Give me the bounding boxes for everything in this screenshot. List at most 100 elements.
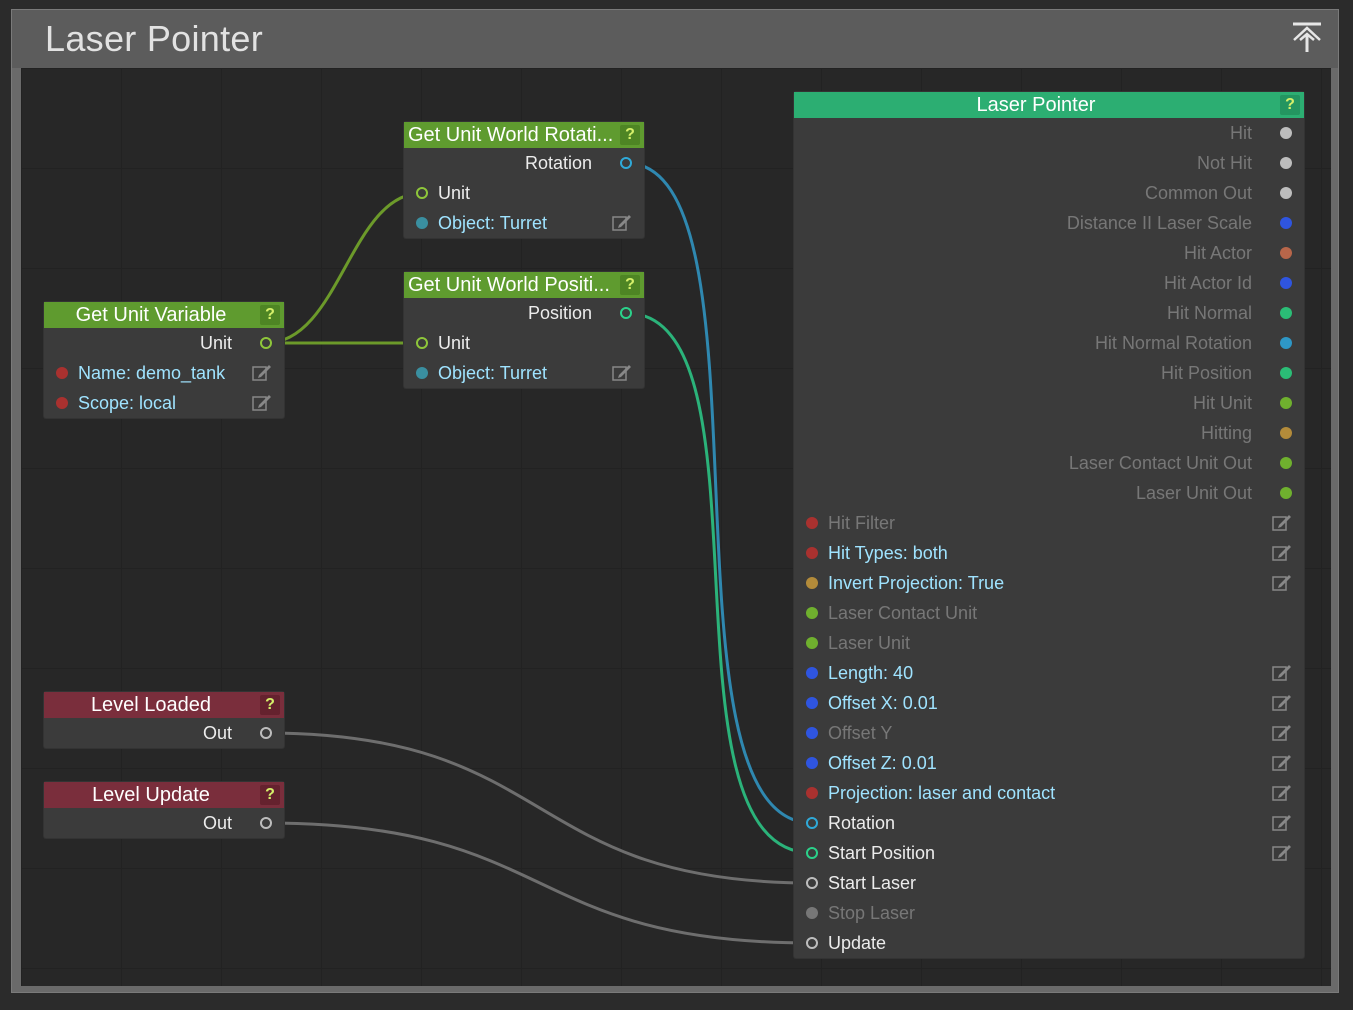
edit-icon[interactable]: [1272, 544, 1292, 562]
edit-icon[interactable]: [252, 364, 272, 382]
output-out: Out: [44, 808, 284, 838]
collapse-icon[interactable]: [1290, 20, 1324, 54]
input-port[interactable]: [806, 667, 818, 679]
input-port[interactable]: [806, 637, 818, 649]
output-port[interactable]: [620, 157, 632, 169]
port-label: Position: [527, 302, 592, 323]
input-port[interactable]: [806, 937, 818, 949]
port-label: Not Hit: [1196, 152, 1252, 173]
input-port[interactable]: [806, 787, 818, 799]
laser-output-row: Common Out: [794, 178, 1304, 208]
input-port[interactable]: [806, 697, 818, 709]
laser-output-row: Laser Contact Unit Out: [794, 448, 1304, 478]
input-port[interactable]: [806, 547, 818, 559]
property-object: Object: Turret: [404, 208, 644, 238]
output-port[interactable]: [1280, 307, 1292, 319]
output-port[interactable]: [260, 817, 272, 829]
help-button[interactable]: ?: [260, 305, 280, 325]
output-port[interactable]: [1280, 127, 1292, 139]
node-get-unit-world-position[interactable]: Get Unit World Positi... ? Position Unit…: [404, 272, 644, 388]
edit-icon[interactable]: [1272, 664, 1292, 682]
help-button[interactable]: ?: [260, 695, 280, 715]
laser-output-row: Hit Unit: [794, 388, 1304, 418]
input-port[interactable]: [806, 817, 818, 829]
edit-icon[interactable]: [612, 364, 632, 382]
frame-titlebar[interactable]: Laser Pointer: [12, 10, 1338, 68]
node-level-update[interactable]: Level Update ? Out: [44, 782, 284, 838]
input-port[interactable]: [56, 397, 68, 409]
input-port[interactable]: [806, 757, 818, 769]
node-header[interactable]: Level Update ?: [44, 782, 284, 808]
node-get-unit-world-rotation[interactable]: Get Unit World Rotati... ? Rotation Unit…: [404, 122, 644, 238]
input-port[interactable]: [56, 367, 68, 379]
port-label: Distance II Laser Scale: [1066, 212, 1252, 233]
edit-icon[interactable]: [1272, 754, 1292, 772]
port-label: Hit: [1230, 122, 1252, 143]
help-button[interactable]: ?: [620, 275, 640, 295]
output-port[interactable]: [1280, 187, 1292, 199]
help-button[interactable]: ?: [1280, 95, 1300, 115]
edit-icon[interactable]: [1272, 514, 1292, 532]
output-port[interactable]: [1280, 427, 1292, 439]
output-port[interactable]: [1280, 217, 1292, 229]
input-port[interactable]: [806, 517, 818, 529]
edit-icon[interactable]: [1272, 574, 1292, 592]
port-label: Length: 40: [828, 662, 914, 683]
edit-icon[interactable]: [1272, 724, 1292, 742]
input-port[interactable]: [806, 577, 818, 589]
output-port[interactable]: [1280, 367, 1292, 379]
output-port[interactable]: [1280, 397, 1292, 409]
output-port[interactable]: [1280, 457, 1292, 469]
edit-icon[interactable]: [1272, 694, 1292, 712]
port-label: Unit: [199, 332, 232, 353]
port-label: Laser Unit: [828, 632, 911, 653]
output-port[interactable]: [1280, 277, 1292, 289]
edit-icon[interactable]: [252, 394, 272, 412]
output-port[interactable]: [1280, 157, 1292, 169]
help-button[interactable]: ?: [620, 125, 640, 145]
property-label: Scope: local: [78, 392, 177, 413]
node-header[interactable]: Get Unit World Positi... ?: [404, 272, 644, 298]
node-header[interactable]: Get Unit Variable ?: [44, 302, 284, 328]
port-label: Rotation: [524, 152, 592, 173]
laser-input-row: Laser Contact Unit: [794, 598, 1304, 628]
node-header[interactable]: Laser Pointer ?: [794, 92, 1304, 118]
edit-icon[interactable]: [612, 214, 632, 232]
edit-icon[interactable]: [1272, 784, 1292, 802]
edit-icon[interactable]: [1272, 844, 1292, 862]
output-port[interactable]: [1280, 247, 1292, 259]
laser-input-row: Offset Y: [794, 718, 1304, 748]
output-unit: Unit: [44, 328, 284, 358]
frame-title: Laser Pointer: [45, 18, 264, 59]
laser-input-row: Offset X: 0.01: [794, 688, 1304, 718]
input-port[interactable]: [806, 727, 818, 739]
port-label: Start Position: [828, 842, 936, 863]
node-title: Laser Pointer: [976, 93, 1096, 116]
input-port[interactable]: [416, 187, 428, 199]
node-level-loaded[interactable]: Level Loaded ? Out: [44, 692, 284, 748]
laser-input-row: Rotation: [794, 808, 1304, 838]
laser-output-row: Hit Actor Id: [794, 268, 1304, 298]
output-port[interactable]: [1280, 487, 1292, 499]
node-header[interactable]: Level Loaded ?: [44, 692, 284, 718]
input-port[interactable]: [806, 907, 818, 919]
help-button[interactable]: ?: [260, 785, 280, 805]
node-header[interactable]: Get Unit World Rotati... ?: [404, 122, 644, 148]
output-port[interactable]: [620, 307, 632, 319]
input-port[interactable]: [416, 217, 428, 229]
output-port[interactable]: [260, 337, 272, 349]
node-get-unit-variable[interactable]: Get Unit Variable ? Unit Name: demo_tank…: [44, 302, 284, 418]
edit-icon[interactable]: [1272, 814, 1292, 832]
output-out: Out: [44, 718, 284, 748]
input-port[interactable]: [806, 607, 818, 619]
output-port[interactable]: [260, 727, 272, 739]
input-port[interactable]: [416, 337, 428, 349]
input-unit: Unit: [404, 178, 644, 208]
output-port[interactable]: [1280, 337, 1292, 349]
laser-output-row: Not Hit: [794, 148, 1304, 178]
node-laser-pointer[interactable]: Laser Pointer ? Hit Not Hit Common Out Dist…: [794, 92, 1304, 958]
input-port[interactable]: [806, 877, 818, 889]
port-label: Hit Actor Id: [1163, 272, 1252, 293]
input-port[interactable]: [416, 367, 428, 379]
input-port[interactable]: [806, 847, 818, 859]
